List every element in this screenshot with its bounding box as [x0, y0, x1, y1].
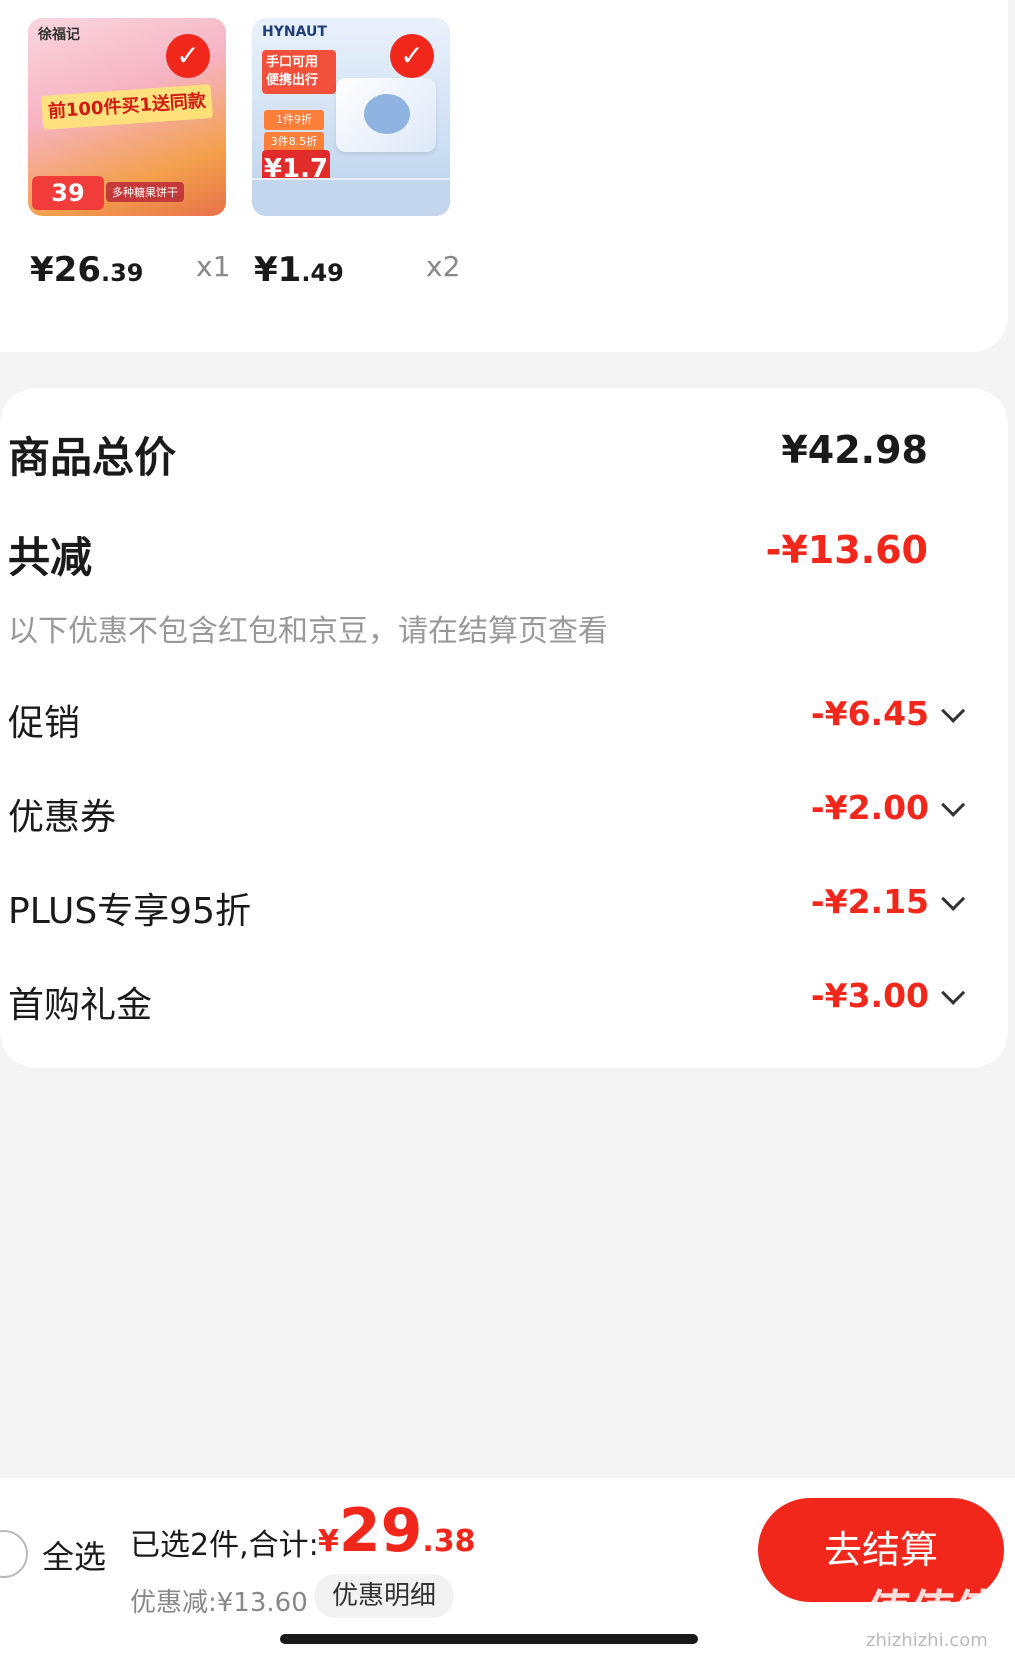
chevron-down-icon[interactable]: [941, 886, 966, 911]
discount-label: PLUS专享95折: [8, 891, 251, 932]
home-indicator[interactable]: [280, 1634, 698, 1644]
product-image-tag: 1件9折: [264, 110, 324, 130]
product-image-promo: 前100件买1送同款: [41, 84, 213, 130]
discount-hint-text: 以下优惠不包含红包和京豆，请在结算页查看: [8, 614, 608, 649]
watermark-url: zhizhizhi.com: [866, 1630, 988, 1651]
discount-row-first-purchase[interactable]: 首购礼金 -¥3.00: [8, 976, 966, 1028]
product-image-note: 多种糖果饼干: [106, 182, 184, 202]
discount-value-group[interactable]: -¥6.45: [810, 694, 966, 733]
product-image-brand: HYNAUT: [262, 24, 327, 40]
checkmark-icon[interactable]: ✓: [390, 34, 434, 78]
product-image[interactable]: 徐福记 前100件买1送同款 39 多种糖果饼干 ✓: [28, 18, 226, 216]
product-image-price: 39: [32, 176, 104, 210]
product-image-tag: 3件8.5折: [264, 132, 324, 152]
product-price: ¥1.49: [254, 250, 344, 290]
discount-hint: 以下优惠不包含红包和京豆，请在结算页查看: [8, 606, 928, 650]
checkout-bar: 全选 已选2件,合计: ¥29.38 优惠减:¥13.60 优惠明细 去结算: [0, 1478, 1015, 1658]
price-integer: ¥26: [30, 250, 101, 290]
product-image-base: [252, 178, 450, 216]
chevron-down-icon[interactable]: [941, 792, 966, 817]
discount-value: -¥3.00: [810, 976, 929, 1015]
product-price: ¥26.39: [30, 250, 144, 290]
total-amount: ¥29.38: [318, 1496, 476, 1566]
total-decimal: .38: [422, 1524, 476, 1559]
chevron-down-icon[interactable]: [941, 980, 966, 1005]
product-image-brand: 徐福记: [38, 27, 80, 43]
total-reduce-row: 共减 -¥13.60: [8, 524, 928, 585]
discount-summary-text: 优惠减:¥13.60: [130, 1588, 308, 1618]
discount-label: 首购礼金: [8, 985, 153, 1026]
total-reduce-label: 共减: [8, 533, 93, 582]
chevron-down-icon[interactable]: [941, 698, 966, 723]
discount-value: -¥2.15: [810, 882, 929, 921]
discount-value: -¥6.45: [810, 694, 929, 733]
discount-row-plus[interactable]: PLUS专享95折 -¥2.15: [8, 882, 966, 934]
selected-count-text: 已选2件,合计:: [130, 1528, 319, 1563]
discount-label: 促销: [8, 703, 81, 744]
price-summary-card: 商品总价 ¥42.98 共减 -¥13.60 以下优惠不包含红包和京豆，请在结算…: [0, 388, 1008, 1068]
total-reduce-value: -¥13.60: [765, 528, 928, 572]
discount-value-group[interactable]: -¥3.00: [810, 976, 966, 1015]
product-image-badge: 手口可用 便携出行: [262, 50, 336, 94]
product-quantity: x1: [196, 250, 231, 283]
selected-products-card: 徐福记 前100件买1送同款 39 多种糖果饼干 ✓ HYNAUT 手口可用 便…: [0, 0, 1008, 352]
checkmark-icon[interactable]: ✓: [166, 34, 210, 78]
price-integer: ¥1: [254, 250, 302, 290]
price-decimal: .39: [100, 259, 144, 287]
total-price-label: 商品总价: [8, 433, 177, 482]
total-price-value: ¥42.98: [781, 428, 928, 472]
product-item[interactable]: HYNAUT 手口可用 便携出行 1件9折 3件8.5折 ¥1.7 ✓: [252, 18, 452, 216]
select-all-radio[interactable]: [0, 1530, 28, 1578]
discount-value: -¥2.00: [810, 788, 929, 827]
product-quantity: x2: [426, 250, 461, 283]
total-price-row: 商品总价 ¥42.98: [8, 424, 928, 485]
product-image[interactable]: HYNAUT 手口可用 便携出行 1件9折 3件8.5折 ¥1.7 ✓: [252, 18, 450, 216]
discount-row-promotion[interactable]: 促销 -¥6.45: [8, 694, 966, 746]
product-item[interactable]: 徐福记 前100件买1送同款 39 多种糖果饼干 ✓: [28, 18, 228, 216]
discount-value-group[interactable]: -¥2.15: [810, 882, 966, 921]
price-decimal: .49: [301, 259, 344, 287]
discount-detail-button[interactable]: 优惠明细: [314, 1574, 455, 1618]
total-currency: ¥: [318, 1524, 339, 1559]
total-integer: 29: [338, 1496, 423, 1566]
discount-row-coupon[interactable]: 优惠券 -¥2.00: [8, 788, 966, 840]
wipes-pack-illustration: [336, 78, 436, 152]
discount-label: 优惠券: [8, 797, 117, 838]
discount-value-group[interactable]: -¥2.00: [810, 788, 966, 827]
select-all-label[interactable]: 全选: [42, 1532, 106, 1578]
